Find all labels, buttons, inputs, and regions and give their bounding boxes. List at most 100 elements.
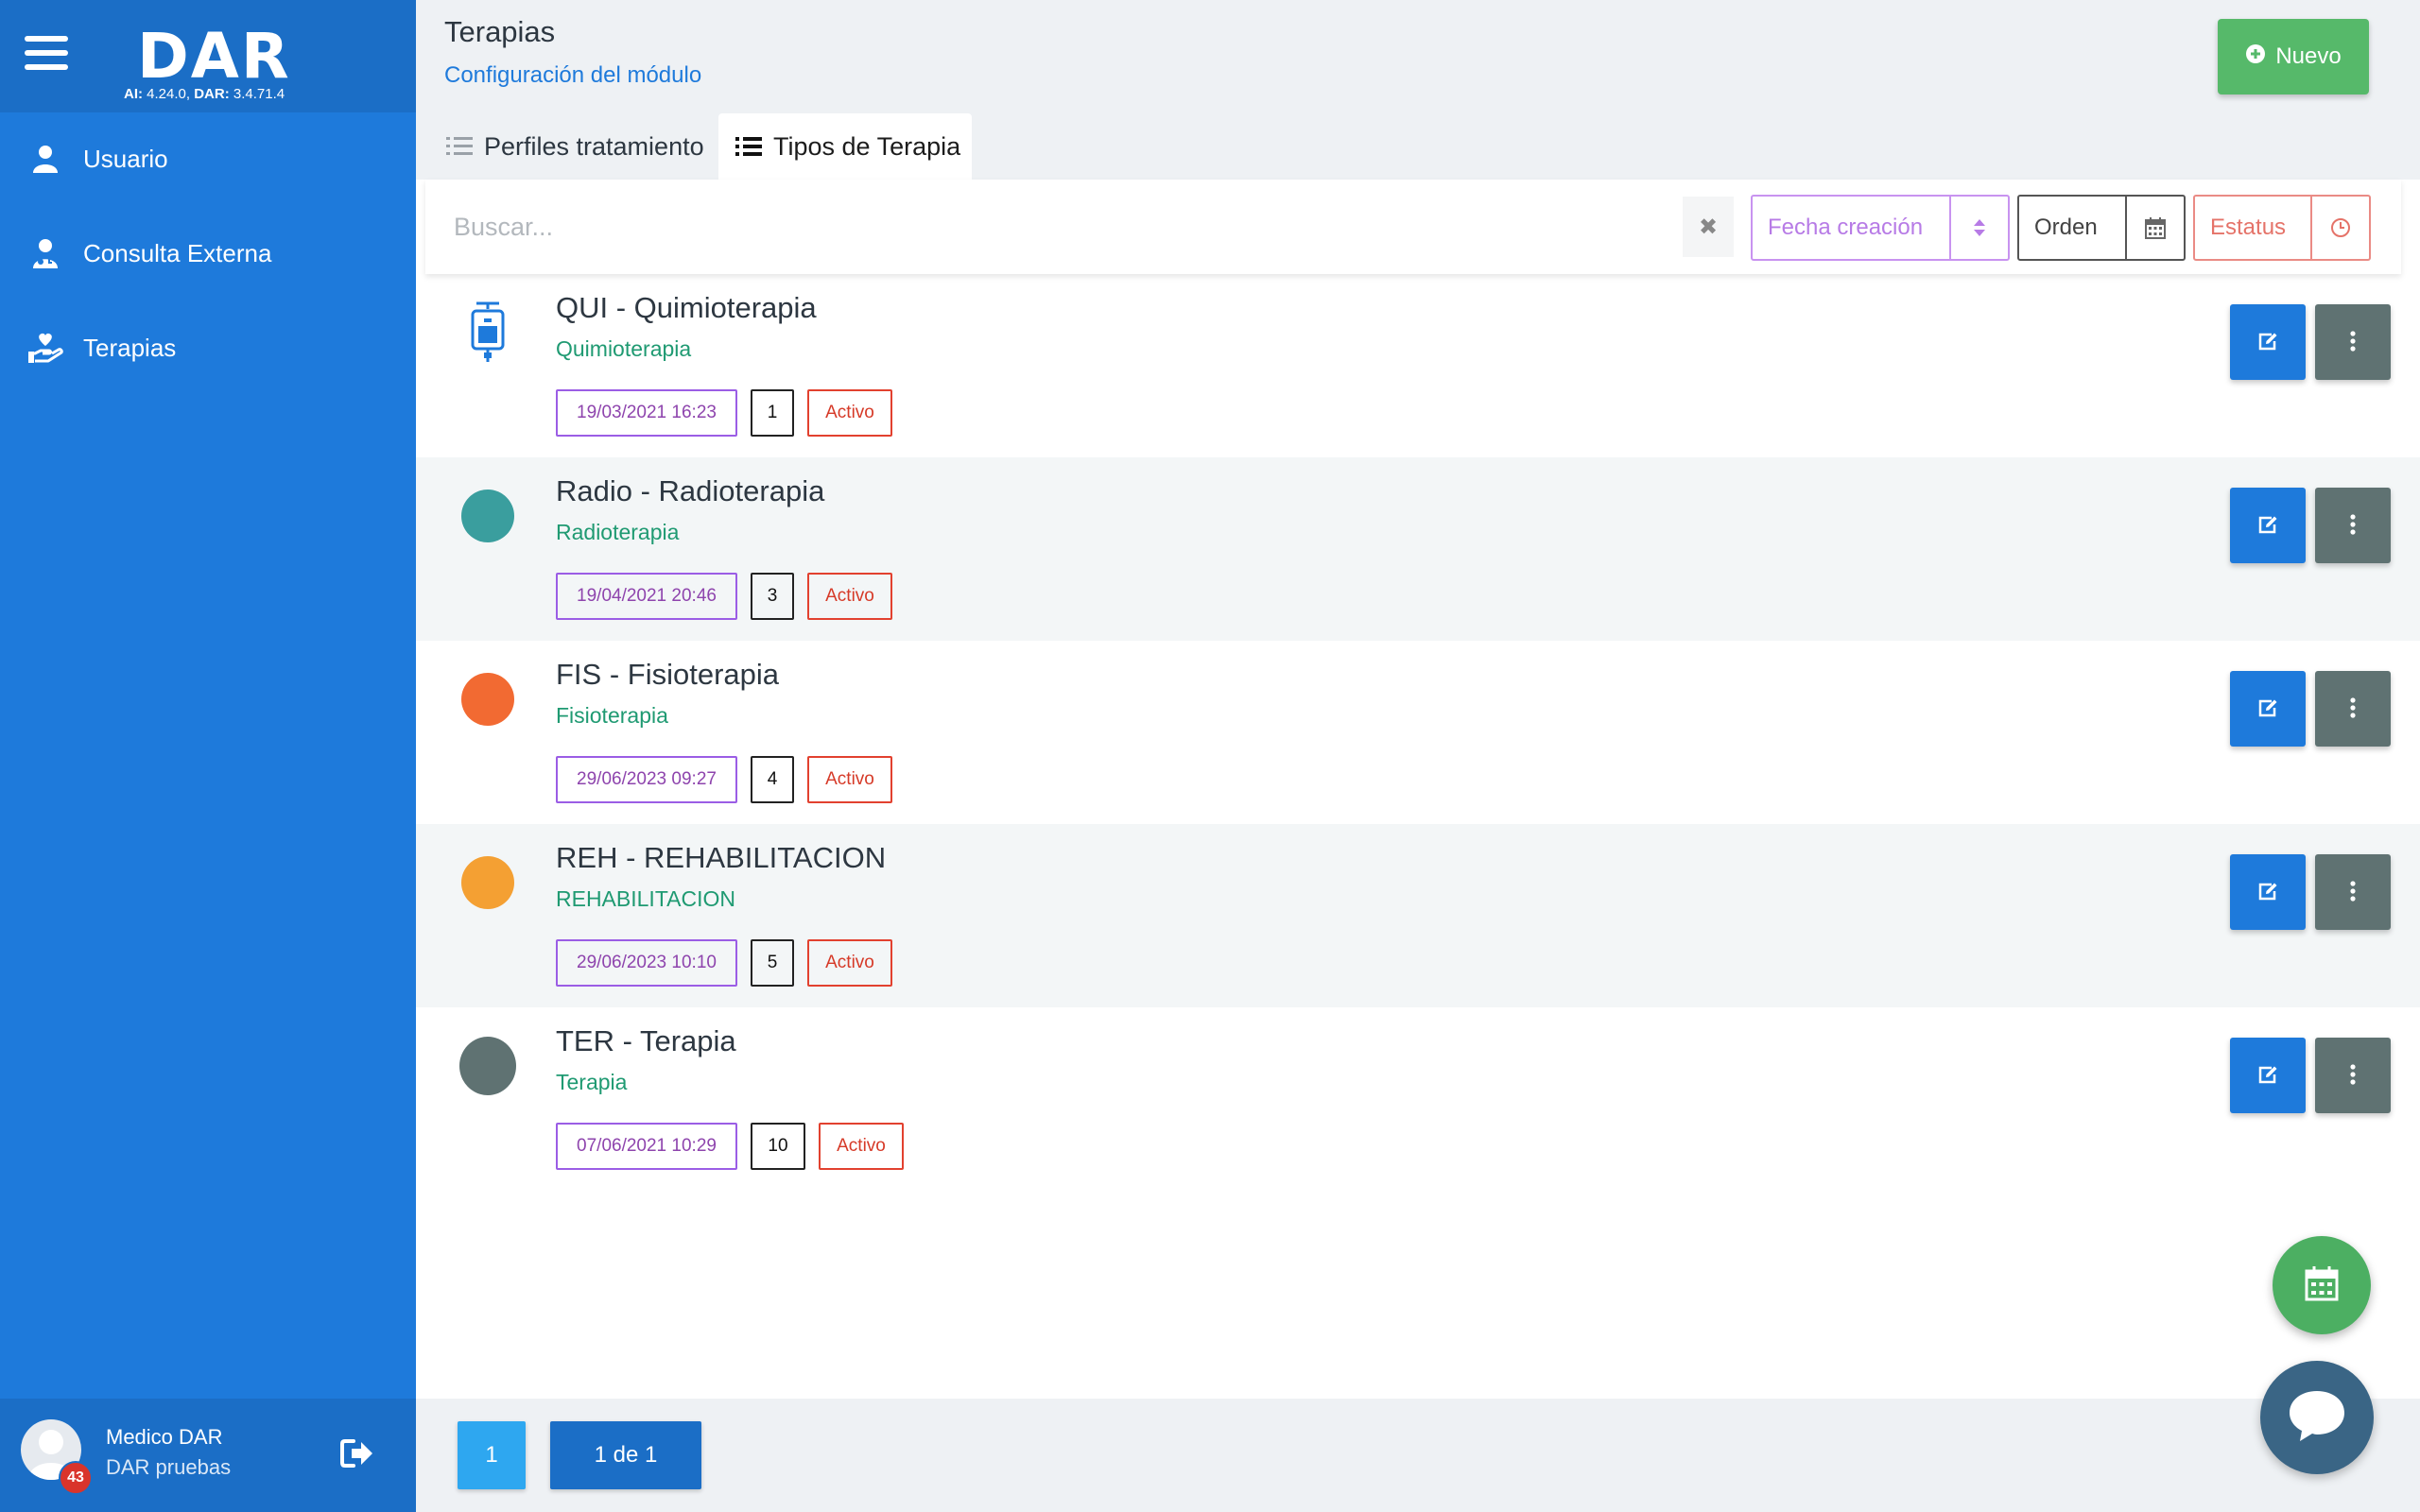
list-icon <box>735 135 762 158</box>
table-row[interactable]: QUI - Quimioterapia Quimioterapia 19/03/… <box>416 274 2420 457</box>
more-vertical-icon <box>2350 696 2356 721</box>
edit-button[interactable] <box>2230 854 2306 930</box>
creation-date-tag: 07/06/2021 10:29 <box>556 1123 737 1170</box>
user-panel: 43 Medico DAR DAR pruebas <box>0 1399 416 1512</box>
table-row[interactable]: REH - REHABILITACION REHABILITACION 29/0… <box>416 824 2420 1007</box>
creation-date-tag: 29/06/2023 10:10 <box>556 939 737 987</box>
row-subtitle: Quimioterapia <box>556 336 692 361</box>
page-title: Terapias <box>444 15 556 48</box>
order-tag: 5 <box>751 939 794 987</box>
more-options-button[interactable] <box>2315 854 2391 930</box>
more-options-button[interactable] <box>2315 671 2391 747</box>
sidebar-item-consulta-externa[interactable]: Consulta Externa <box>0 215 416 291</box>
row-title: Radio - Radioterapia <box>556 474 825 507</box>
tab-perfiles-tratamiento[interactable]: Perfiles tratamiento <box>437 113 711 180</box>
user-organization: DAR pruebas <box>106 1455 232 1479</box>
more-vertical-icon <box>2350 330 2356 354</box>
page-count: 1 de 1 <box>550 1421 701 1489</box>
sidebar-item-label: Terapias <box>83 333 177 362</box>
notification-badge: 43 <box>59 1461 93 1495</box>
edit-button[interactable] <box>2230 488 2306 563</box>
table-row[interactable]: TER - Terapia Terapia 07/06/2021 10:29 1… <box>416 1007 2420 1191</box>
sidebar-item-label: Usuario <box>83 144 168 173</box>
creation-date-tag: 19/04/2021 20:46 <box>556 573 737 620</box>
calendar-fab-button[interactable] <box>2273 1236 2371 1334</box>
creation-date-tag: 29/06/2023 09:27 <box>556 756 737 803</box>
color-dot-icon <box>459 488 516 544</box>
fecha-creacion-filter[interactable]: Fecha creación <box>1751 195 2010 261</box>
estatus-filter[interactable]: Estatus <box>2193 195 2371 261</box>
more-vertical-icon <box>2350 1063 2356 1088</box>
clear-search-button[interactable]: ✖ <box>1683 197 1734 257</box>
filter-label: Fecha creación <box>1768 215 1924 240</box>
status-badge: Activo <box>819 1123 904 1170</box>
creation-date-tag: 19/03/2021 16:23 <box>556 389 737 437</box>
page-button-current[interactable]: 1 <box>458 1421 526 1489</box>
status-badge: Activo <box>807 939 892 987</box>
chat-icon <box>2287 1387 2347 1449</box>
edit-icon <box>2257 332 2278 353</box>
menu-icon[interactable] <box>25 36 68 74</box>
status-badge: Activo <box>807 756 892 803</box>
row-title: REH - REHABILITACION <box>556 841 887 874</box>
more-vertical-icon <box>2350 513 2356 538</box>
status-badge: Activo <box>807 389 892 437</box>
color-dot-icon <box>459 671 516 728</box>
search-input[interactable] <box>425 180 1673 274</box>
row-title: FIS - Fisioterapia <box>556 658 780 691</box>
tab-tipos-de-terapia[interactable]: Tipos de Terapia <box>718 113 972 180</box>
tab-label: Perfiles tratamiento <box>484 131 704 161</box>
sort-icon <box>1949 197 2008 259</box>
user-name: Medico DAR <box>106 1425 223 1449</box>
status-badge: Activo <box>807 573 892 620</box>
row-title: QUI - Quimioterapia <box>556 291 817 324</box>
more-vertical-icon <box>2350 880 2356 904</box>
chat-fab-button[interactable] <box>2260 1361 2374 1474</box>
edit-button[interactable] <box>2230 1038 2306 1113</box>
plus-circle-icon <box>2245 43 2266 71</box>
table-row[interactable]: Radio - Radioterapia Radioterapia 19/04/… <box>416 457 2420 641</box>
new-button[interactable]: Nuevo <box>2218 19 2369 94</box>
logout-icon[interactable] <box>340 1438 374 1473</box>
sidebar-item-label: Consulta Externa <box>83 238 272 267</box>
iv-bag-icon <box>459 301 516 362</box>
more-options-button[interactable] <box>2315 488 2391 563</box>
app-logo: DAR <box>137 20 291 93</box>
edit-icon <box>2257 515 2278 537</box>
clock-icon <box>2310 197 2369 259</box>
order-tag: 1 <box>751 389 794 437</box>
table-row[interactable]: FIS - Fisioterapia Fisioterapia 29/06/20… <box>416 641 2420 824</box>
edit-icon <box>2257 698 2278 720</box>
order-tag: 4 <box>751 756 794 803</box>
doctor-icon <box>23 238 68 268</box>
list-ordered-icon <box>446 135 473 158</box>
version-info: AI: 4.24.0, DAR: 3.4.71.4 <box>124 86 285 102</box>
orden-filter[interactable]: Orden <box>2017 195 2186 261</box>
edit-icon <box>2257 1065 2278 1087</box>
filter-label: Orden <box>2034 215 2098 240</box>
calendar-icon <box>2305 1265 2339 1306</box>
order-tag: 3 <box>751 573 794 620</box>
edit-icon <box>2257 882 2278 903</box>
edit-button[interactable] <box>2230 671 2306 747</box>
hand-heart-icon <box>23 333 68 363</box>
sidebar-item-usuario[interactable]: Usuario <box>0 121 416 197</box>
main-content: ✖ Fecha creación Orden Estatus QUI - Qui… <box>416 180 2420 1399</box>
row-subtitle: REHABILITACION <box>556 886 735 911</box>
sidebar-item-terapias[interactable]: Terapias <box>0 310 416 386</box>
calendar-icon <box>2125 197 2184 259</box>
color-dot-icon <box>459 1037 516 1095</box>
color-dot-icon <box>459 854 516 911</box>
sidebar-header: DAR AI: 4.24.0, DAR: 3.4.71.4 <box>0 0 416 112</box>
page-subtitle[interactable]: Configuración del módulo <box>444 62 701 89</box>
sidebar: DAR AI: 4.24.0, DAR: 3.4.71.4 Usuario Co… <box>0 0 416 1512</box>
row-subtitle: Radioterapia <box>556 520 680 544</box>
order-tag: 10 <box>751 1123 805 1170</box>
edit-button[interactable] <box>2230 304 2306 380</box>
close-icon: ✖ <box>1698 214 1719 240</box>
more-options-button[interactable] <box>2315 304 2391 380</box>
user-icon <box>23 145 68 173</box>
more-options-button[interactable] <box>2315 1038 2391 1113</box>
row-title: TER - Terapia <box>556 1024 736 1057</box>
tab-label: Tipos de Terapia <box>773 131 961 161</box>
